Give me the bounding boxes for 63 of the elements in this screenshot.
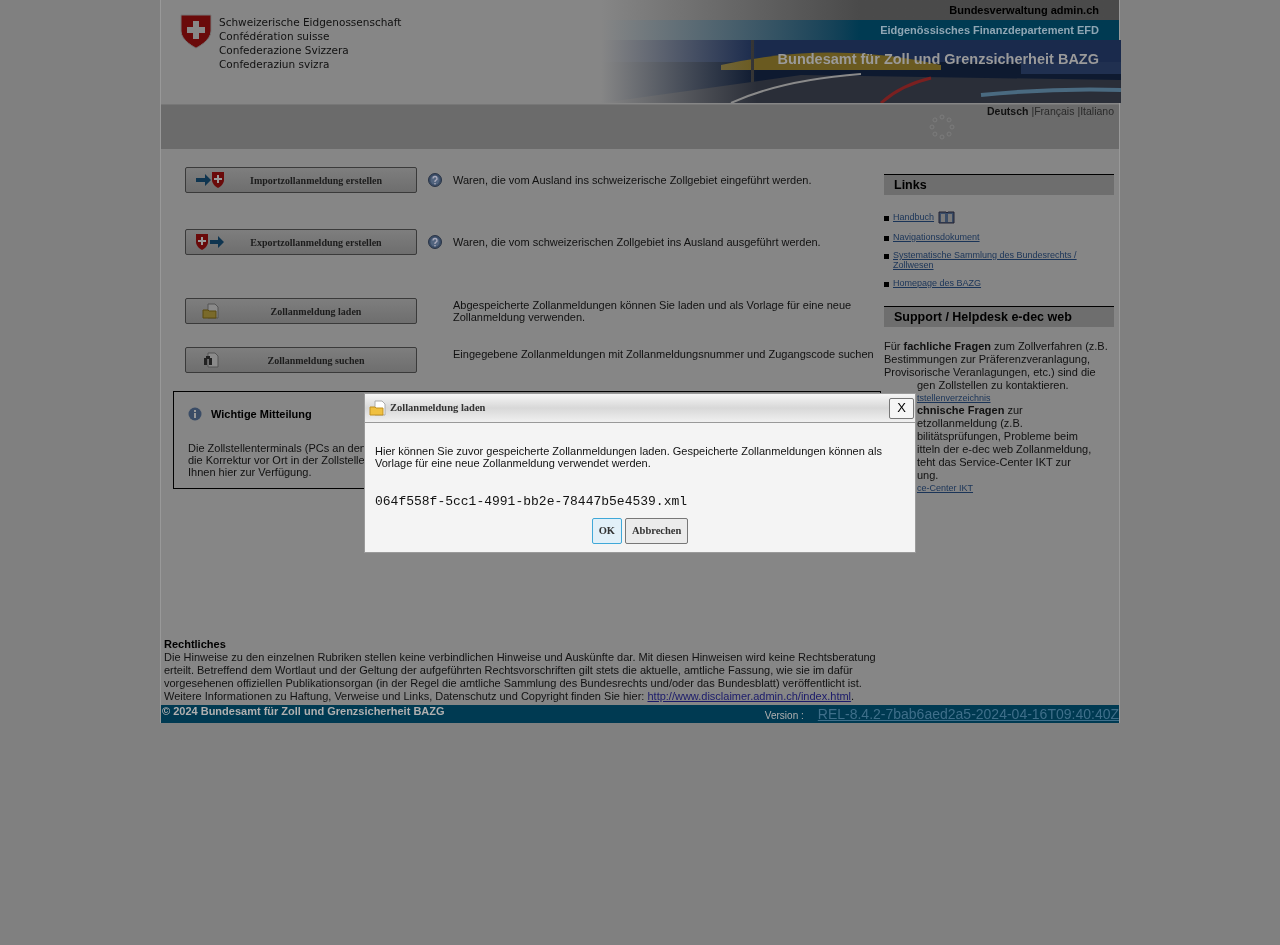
folder-icon: [201, 303, 219, 319]
office-title: Bundesamt für Zoll und Grenzsicherheit BAZG: [777, 50, 1099, 69]
bullet-icon: [884, 282, 889, 287]
support-text: ung.: [917, 469, 939, 482]
language-link[interactable]: |Français: [1031, 105, 1075, 117]
dialog-message: Hier können Sie zuvor gespeicherte Zollanmeldungen laden. Gespeicherte Zollanmeldungen können als Vorlage für eine neue Zollanmeldung verwendet werden.: [375, 445, 883, 469]
help-icon[interactable]: [428, 235, 442, 249]
action-button[interactable]: Exportzollanmeldung erstellen: [185, 229, 417, 255]
folder-icon: [369, 400, 386, 416]
bullet-icon: [884, 254, 889, 259]
department-name: Eidgenössisches Finanzdepartement EFD: [880, 22, 1099, 38]
notice-title: Wichtige Mitteilung: [211, 407, 312, 422]
support-text: Für fachliche Fragen zum Zollverfahren (z.B.: [884, 340, 1108, 353]
book-icon: [938, 211, 956, 224]
notice-text: Ihnen hier zur Verfügung.: [188, 465, 312, 478]
info-icon: [188, 407, 202, 422]
arrow-shield-icon: [195, 171, 225, 189]
help-icon[interactable]: [428, 173, 442, 187]
language-link[interactable]: Deutsch: [986, 105, 1029, 117]
support-text: Provisorische Veranlagungen, etc.) sind die: [884, 366, 1096, 379]
logo-text: Confederazione Svizzera: [219, 43, 350, 57]
sidebar-link[interactable]: Navigationsdokument: [893, 232, 1093, 242]
shield-arrow-icon: [195, 233, 225, 251]
legal-text: Die Hinweise zu den einzelnen Rubriken stellen keine verbindlichen Hinweise und Auskünfte dar. Mit diesen Hinweisen wird keine Rechtsberatung erteilt. Betreffend dem Wortlaut und der Geltung der aufgeführten Rechtsvorschriften gilt stets die aktuelle, amtliche Fassung, wie sie im dafür vorgesehenen offiziellen Publikationsorgan (in der Regel die amtliche Sammlung des Bundesrechts und/oder das Bundesblatt) veröffentlicht ist. Weitere Informationen zu Haftung, Verweise und Links, Datenschutz und Copyright finden Sie hier: http://www.disclaimer.admin.ch/index.html.: [164, 651, 877, 703]
action-button[interactable]: Zollanmeldung suchen: [185, 347, 417, 373]
version-label: Version :: [764, 708, 804, 723]
bullet-icon: [884, 236, 889, 241]
sidebar-link[interactable]: Systematische Sammlung des Bundesrechts / Zollwesen: [893, 250, 1093, 270]
support-text: chnische Fragen zur: [917, 404, 1023, 417]
file-name: 064f558f-5cc1-4991-bb2e-78447b5e4539.xml: [375, 493, 689, 511]
bullet-icon: [884, 216, 889, 221]
action-button[interactable]: Zollanmeldung laden: [185, 298, 417, 324]
action-description: Eingegebene Zollanmeldungen mit Zollanmeldungsnummer und Zugangscode suchen: [453, 347, 875, 360]
support-text: Bestimmungen zur Präferenzveranlagung,: [884, 353, 1091, 366]
binoculars-icon: [201, 352, 219, 368]
language-link[interactable]: |Italiano: [1077, 105, 1114, 117]
section-header: Support / Helpdesk e-dec web: [884, 306, 1114, 327]
close-button[interactable]: X: [889, 397, 914, 419]
support-link[interactable]: ce-Center IKT: [917, 482, 974, 494]
support-text: bilitätsprüfungen, Probleme beim: [917, 430, 1078, 443]
support-text: etzollanmeldung (z.B.: [917, 417, 1023, 430]
support-link[interactable]: tstellenverzeichnis: [917, 392, 991, 404]
action-description: Waren, die vom schweizerischen Zollgebiet ins Ausland ausgeführt werden.: [453, 235, 822, 248]
legal-title: Rechtliches: [164, 638, 227, 651]
action-button[interactable]: Importzollanmeldung erstellen: [185, 167, 417, 193]
dialog-button[interactable]: Abbrechen: [624, 517, 689, 544]
copyright-text: © 2024 Bundesamt für Zoll und Grenzsicherheit BAZG: [161, 705, 445, 718]
action-description: Abgespeicherte Zollanmeldungen können Sie laden und als Vorlage für eine neue Zollanmeldung verwenden.: [453, 298, 853, 323]
sidebar-link[interactable]: Handbuch: [893, 212, 935, 222]
logo-text: Confédération suisse: [219, 29, 331, 43]
logo-text: Schweizerische Eidgenossenschaft: [219, 15, 402, 29]
sidebar-link[interactable]: Homepage des BAZG: [893, 278, 1093, 288]
support-text: itteln der e-dec web Zollanmeldung,: [917, 443, 1092, 456]
swiss-shield-icon: [180, 14, 212, 49]
logo-text: Confederaziun svizra: [219, 57, 331, 71]
dialog-title: Zollanmeldung laden: [390, 401, 487, 416]
section-header: Links: [884, 174, 1114, 195]
action-description: Waren, die vom Ausland ins schweizerische Zollgebiet eingeführt werden.: [453, 173, 813, 186]
version-link[interactable]: REL-8.4.2-7bab6aed2a5-2024-04-16T09:40:40Z: [817, 705, 1119, 723]
dialog-button[interactable]: OK: [591, 517, 622, 544]
support-text: teht das Service-Center IKT zur: [917, 456, 1071, 469]
support-text: gen Zollstellen zu kontaktieren.: [917, 379, 1069, 392]
notice-text: die Korrektur vor Ort in der Zollstelle: [188, 453, 365, 466]
